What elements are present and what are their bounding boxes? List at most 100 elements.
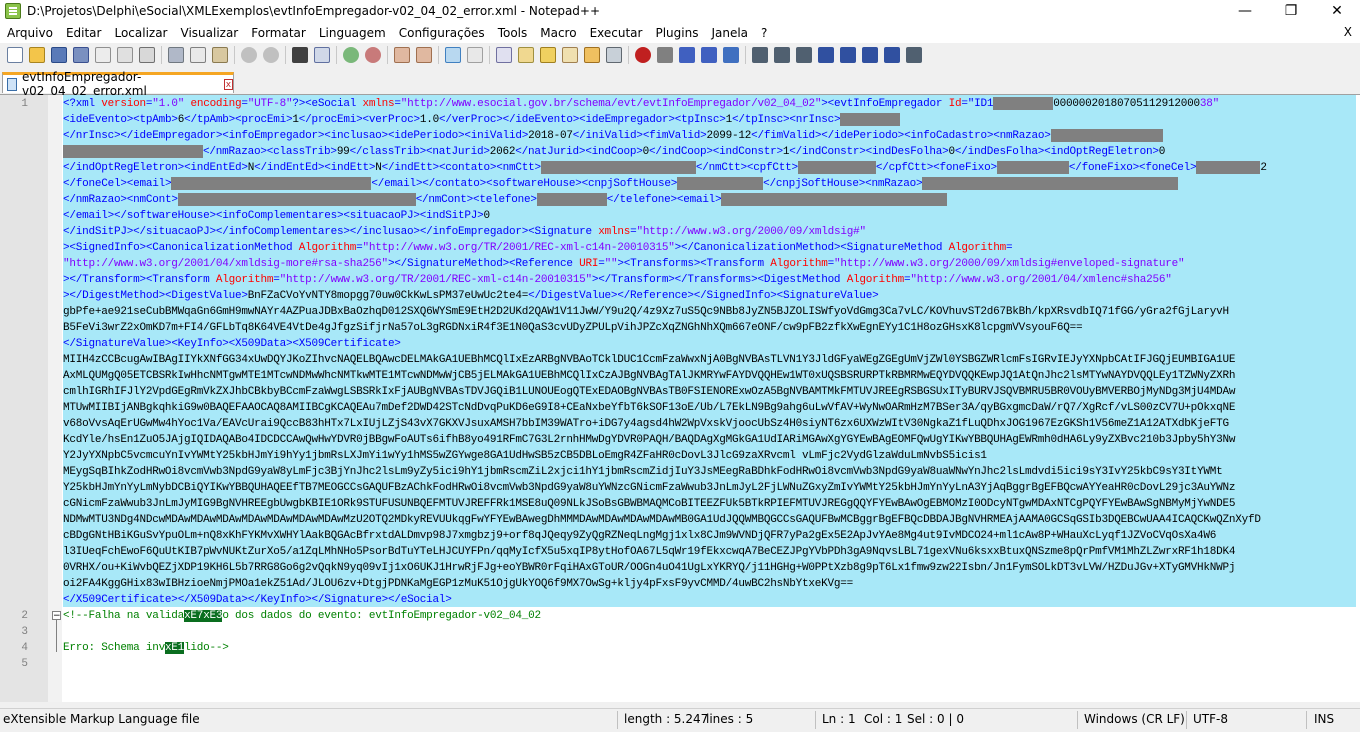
error-line: Erro: Schema invxE1lido--> [63, 642, 229, 654]
menu-plugins[interactable]: Plugins [648, 26, 704, 40]
replace-icon[interactable] [314, 47, 330, 63]
redo-icon[interactable] [263, 47, 279, 63]
eol-label[interactable]: Windows (CR LF) [1084, 712, 1185, 726]
window-title: D:\Projetos\Delphi\eSocial\XMLExemplos\e… [27, 4, 601, 18]
paste-icon[interactable] [212, 47, 228, 63]
code-wrap-segment: </indOptRegEletron><indEntEd>N</indEntEd… [63, 160, 1267, 174]
menu-macro[interactable]: Macro [533, 26, 582, 40]
menu-janela[interactable]: Janela [704, 26, 754, 40]
insert-mode-label[interactable]: INS [1314, 712, 1334, 726]
folder-workspace-icon[interactable] [584, 47, 600, 63]
toolbar-separator [161, 46, 162, 64]
zoom-in-icon[interactable] [343, 47, 359, 63]
zoom-out-icon[interactable] [365, 47, 381, 63]
menu-help[interactable]: ? [754, 26, 773, 40]
plugin-3-icon[interactable] [796, 47, 812, 63]
maximize-button[interactable]: ❐ [1268, 0, 1314, 22]
record-macro-icon[interactable] [635, 47, 651, 63]
code-wrap-segment: ></DigestMethod><DigestValue>BnFZaCVoYvN… [63, 290, 879, 302]
save-all-icon[interactable] [73, 47, 89, 63]
code-wrap-segment: "http://www.w3.org/2001/04/xmldsig-more#… [63, 258, 1185, 270]
plugin-1-icon[interactable] [752, 47, 768, 63]
code-wrap-segment: 0VRHX/ou+KiWvbQEZjXDP19KH6L5b7RRG8Go6g2v… [63, 562, 1236, 574]
undo-icon[interactable] [241, 47, 257, 63]
word-wrap-icon[interactable] [445, 47, 461, 63]
toolbar [0, 43, 1360, 67]
monitoring-icon[interactable] [606, 47, 622, 63]
code-wrap-segment: l3IUeqFchEwoF6QuUtKIB7pWvNUKtZurXo5/a1Zq… [63, 546, 1236, 558]
arrow-down-icon[interactable] [862, 47, 878, 63]
play-macro-icon[interactable] [679, 47, 695, 63]
sync-horizontal-icon[interactable] [416, 47, 432, 63]
code-wrap-segment: oi2FA4KggGHix83wIBHzioeNmjPMOa1ekZ51Ad/J… [63, 578, 854, 590]
find-icon[interactable] [292, 47, 308, 63]
status-bar: eXtensible Markup Language file length :… [0, 708, 1360, 732]
toolbar-separator [234, 46, 235, 64]
editor-area[interactable]: 1 <?xml version="1.0" encoding="UTF-8"?>… [0, 95, 1360, 702]
status-separator [1306, 711, 1307, 729]
plugin-2-icon[interactable] [774, 47, 790, 63]
ln-label: Ln : 1 [822, 712, 856, 726]
status-separator [1186, 711, 1187, 729]
line-number: 1 [21, 98, 28, 110]
toolbar-separator [438, 46, 439, 64]
tab-bar: evtInfoEmpregador-v02_04_02_error.xml x [0, 70, 1360, 98]
close-button[interactable]: ✕ [1314, 0, 1360, 22]
menu-tools[interactable]: Tools [491, 26, 534, 40]
menu-editar[interactable]: Editar [59, 26, 108, 40]
close-document-button[interactable]: X [1344, 25, 1352, 39]
toolbar-separator [489, 46, 490, 64]
function-list-icon[interactable] [562, 47, 578, 63]
toolbar-separator [745, 46, 746, 64]
indent-guide-icon[interactable] [496, 47, 512, 63]
code-wrap-segment: cBDgGNtHBiKGuSvYpuOLm+nQ8xKhFYKMvXWHYlAa… [63, 530, 1217, 542]
menu-linguagem[interactable]: Linguagem [312, 26, 392, 40]
arrow-up-icon[interactable] [840, 47, 856, 63]
menu-formatar[interactable]: Formatar [244, 26, 312, 40]
plugin-6-icon[interactable] [906, 47, 922, 63]
code-wrap-segment: </foneCel><email> </email></contato><soft… [63, 176, 1356, 192]
code-wrap-segment: KcdYle/hsEn1ZuO5JAjgIQIDAQABo4IDCDCCAwQw… [63, 434, 1236, 446]
status-separator [1077, 711, 1078, 729]
sel-label: Sel : 0 | 0 [907, 712, 964, 726]
toolbar-separator [336, 46, 337, 64]
code-wrap-segment: </X509Certificate></X509Data></KeyInfo><… [63, 594, 452, 606]
menu-visualizar[interactable]: Visualizar [174, 26, 245, 40]
toolbar-separator [628, 46, 629, 64]
cut-icon[interactable] [168, 47, 184, 63]
code-wrap-segment: cmlhIGRhIFJlY2VpdGEgRmVkZXJhbCBkbyBCcmFz… [63, 386, 1236, 398]
tab-document[interactable]: evtInfoEmpregador-v02_04_02_error.xml x [2, 70, 234, 98]
menu-executar[interactable]: Executar [583, 26, 649, 40]
stop-macro-icon[interactable] [657, 47, 673, 63]
notepadpp-icon [5, 3, 21, 19]
open-file-icon[interactable] [29, 47, 45, 63]
menu-arquivo[interactable]: Arquivo [0, 26, 59, 40]
code-wrap-segment: AxMLQUMgQ05ETCBSRkIwHhcNMTgwMTE1MTcwNDMw… [63, 370, 1236, 382]
plugin-5-icon[interactable] [884, 47, 900, 63]
close-all-icon[interactable] [117, 47, 133, 63]
save-macro-icon[interactable] [723, 47, 739, 63]
menu-localizar[interactable]: Localizar [107, 26, 173, 40]
run-macro-multiple-icon[interactable] [701, 47, 717, 63]
menu-configuracoes[interactable]: Configurações [392, 26, 491, 40]
new-file-icon[interactable] [7, 47, 23, 63]
print-icon[interactable] [139, 47, 155, 63]
minimize-button[interactable]: — [1222, 0, 1268, 22]
sync-vertical-icon[interactable] [394, 47, 410, 63]
copy-icon[interactable] [190, 47, 206, 63]
code-wrap-segment: </nrInsc></ideEmpregador><infoEmpregador… [63, 128, 1356, 144]
close-file-icon[interactable] [95, 47, 111, 63]
line-number: 4 [21, 642, 28, 654]
tab-close-icon[interactable]: x [223, 78, 233, 90]
plugin-4-icon[interactable] [818, 47, 834, 63]
show-all-chars-icon[interactable] [467, 47, 483, 63]
save-icon[interactable] [51, 47, 67, 63]
code-wrap-segment: cGNicmFzaWwub3JnLmJyMIG9BgNVHREEgbUwgbKB… [63, 498, 1236, 510]
code-wrap-segment: gbPfe+ae921seCubBMWqaGn6GmH9mwNAYr4AZPua… [63, 306, 1229, 318]
fold-toggle-icon[interactable]: − [52, 611, 61, 621]
doc-map-icon[interactable] [540, 47, 556, 63]
title-bar: D:\Projetos\Delphi\eSocial\XMLExemplos\e… [0, 0, 1360, 22]
encoding-label[interactable]: UTF-8 [1193, 712, 1228, 726]
user-lang-icon[interactable] [518, 47, 534, 63]
code-wrap-segment: MTUwMIIBIjANBgkqhkiG9w0BAQEFAAOCAQ8AMIIB… [63, 402, 1236, 414]
